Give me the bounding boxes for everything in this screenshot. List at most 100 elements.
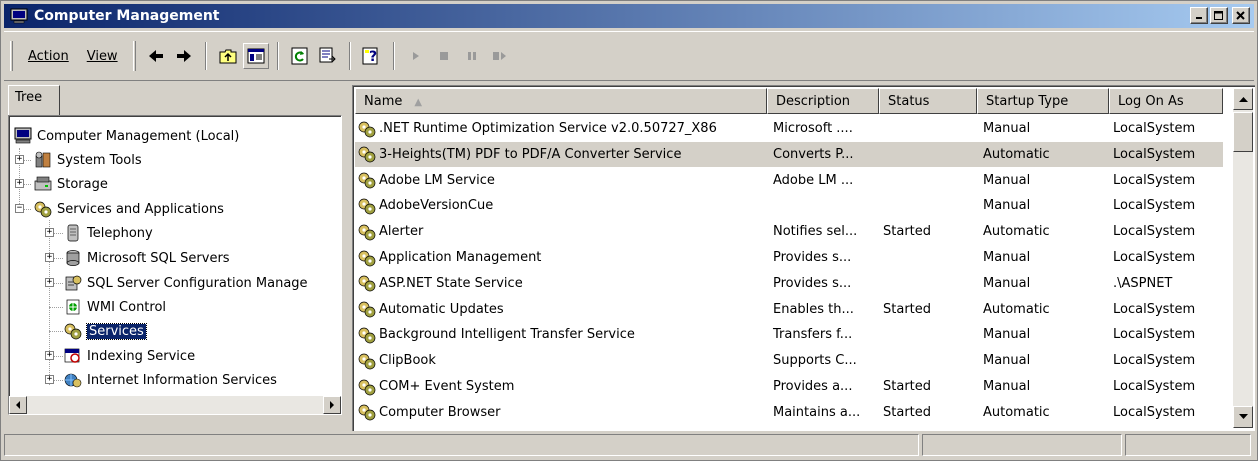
expand-toggle[interactable]: + bbox=[45, 278, 54, 287]
gears-icon bbox=[33, 200, 53, 218]
expand-toggle[interactable]: + bbox=[45, 351, 54, 360]
storage-icon bbox=[33, 175, 53, 193]
minimize-button[interactable] bbox=[1190, 7, 1208, 24]
status-panel-3 bbox=[1125, 434, 1251, 456]
tree-item-internet-information-services[interactable]: Internet Information Services bbox=[63, 368, 277, 392]
stop-service-button[interactable] bbox=[431, 43, 457, 69]
toolbar-grip[interactable] bbox=[10, 41, 13, 71]
close-button[interactable] bbox=[1232, 7, 1250, 24]
scroll-down-button[interactable] bbox=[1233, 406, 1253, 428]
cell-startup-type: Automatic bbox=[983, 301, 1050, 317]
expand-toggle[interactable]: + bbox=[15, 155, 24, 164]
svg-text:?: ? bbox=[369, 49, 377, 65]
show-hide-tree-button[interactable] bbox=[242, 43, 269, 69]
action-menu[interactable]: Action bbox=[19, 45, 78, 68]
scroll-track[interactable] bbox=[27, 396, 323, 414]
table-row[interactable]: Automatic Updates Enables th... Started Aut… bbox=[355, 297, 1223, 322]
column-header-label: Status bbox=[888, 94, 930, 109]
tree-item-services-and-applications[interactable]: Services and Applications bbox=[33, 197, 224, 221]
cell-name: Automatic Updates bbox=[355, 300, 765, 318]
tree-item-sql-server-configuration-manager[interactable]: SQL Server Configuration Manage bbox=[63, 271, 308, 295]
column-header-label: Log On As bbox=[1118, 94, 1184, 109]
expand-toggle[interactable]: + bbox=[45, 228, 54, 237]
minimize-icon bbox=[1195, 17, 1202, 19]
tree-item-indexing-service[interactable]: Indexing Service bbox=[63, 344, 195, 368]
service-gears-icon bbox=[357, 300, 377, 318]
cell-status: Started bbox=[883, 301, 932, 317]
column-header-startup-type[interactable]: Startup Type bbox=[977, 88, 1109, 114]
start-service-button[interactable] bbox=[403, 43, 429, 69]
cell-log-on-as: LocalSystem bbox=[1113, 404, 1196, 420]
restart-service-button[interactable] bbox=[487, 43, 513, 69]
close-icon bbox=[1236, 10, 1245, 20]
tree-view[interactable]: Computer Management (Local) + System Too… bbox=[8, 115, 342, 415]
tree-item-telephony[interactable]: Telephony bbox=[63, 221, 153, 245]
table-row[interactable]: .NET Runtime Optimization Service v2.0.5… bbox=[355, 116, 1223, 141]
window-title: Computer Management bbox=[34, 8, 220, 24]
view-menu-label: View bbox=[86, 48, 118, 64]
help-button[interactable]: ? bbox=[359, 43, 385, 69]
export-list-button[interactable] bbox=[315, 43, 341, 69]
view-menu[interactable]: View bbox=[78, 45, 127, 68]
cell-status: Started bbox=[883, 404, 932, 420]
expand-toggle[interactable]: + bbox=[45, 253, 54, 262]
service-gears-icon bbox=[357, 249, 377, 267]
tree-item-computer-management[interactable]: Computer Management (Local) bbox=[13, 124, 239, 148]
service-gears-icon bbox=[357, 120, 377, 138]
maximize-button[interactable] bbox=[1210, 7, 1228, 24]
scroll-left-button[interactable] bbox=[9, 396, 27, 414]
tree-item-services[interactable]: Services bbox=[63, 319, 147, 343]
back-button[interactable] bbox=[143, 43, 169, 69]
toolbar-grip-2[interactable] bbox=[132, 41, 136, 71]
collapse-toggle[interactable]: − bbox=[15, 204, 24, 213]
column-header-log-on-as[interactable]: Log On As bbox=[1109, 88, 1223, 114]
title-bar[interactable]: Computer Management bbox=[4, 4, 1254, 28]
cell-startup-type: Manual bbox=[983, 121, 1031, 136]
column-header-description[interactable]: Description bbox=[767, 88, 879, 114]
table-row[interactable]: 3-Heights(TM) PDF to PDF/A Converter Ser… bbox=[355, 141, 1223, 167]
cell-description: Provides s... bbox=[773, 250, 852, 265]
services-list[interactable]: Name ▲ Description Status Startup Type Lo… bbox=[352, 85, 1255, 431]
list-vertical-scrollbar[interactable] bbox=[1233, 88, 1253, 428]
service-gears-icon bbox=[357, 145, 377, 163]
tree-item-storage[interactable]: Storage bbox=[33, 172, 108, 196]
tree-item-wmi-control[interactable]: WMI Control bbox=[63, 295, 166, 319]
up-one-level-button[interactable] bbox=[215, 43, 241, 69]
table-row[interactable]: Alerter Notifies sel... Started Automatic Lo… bbox=[355, 219, 1223, 244]
table-row[interactable]: ASP.NET State Service Provides s... Manual… bbox=[355, 271, 1223, 296]
cell-startup-type: Manual bbox=[983, 353, 1031, 369]
column-header-status[interactable]: Status bbox=[879, 88, 977, 114]
tree-horizontal-scrollbar[interactable] bbox=[9, 396, 341, 414]
table-row[interactable]: AdobeVersionCue Manual LocalSystem bbox=[355, 193, 1223, 218]
toolbar-separator bbox=[276, 42, 279, 70]
maximize-icon bbox=[1214, 10, 1223, 20]
scroll-right-icon bbox=[330, 401, 334, 409]
refresh-button[interactable] bbox=[287, 43, 313, 69]
table-row[interactable]: Background Intelligent Transfer Service T… bbox=[355, 322, 1223, 347]
tree-item-microsoft-sql-servers[interactable]: Microsoft SQL Servers bbox=[63, 246, 230, 270]
service-name: AdobeVersionCue bbox=[379, 198, 494, 214]
table-row[interactable]: Computer Browser Maintains a... Started Aut… bbox=[355, 400, 1223, 425]
column-header-name[interactable]: Name ▲ bbox=[355, 88, 767, 114]
table-row[interactable]: ClipBook Supports C... Manual LocalSystem bbox=[355, 348, 1223, 373]
scroll-thumb[interactable] bbox=[1233, 112, 1253, 152]
forward-arrow-icon bbox=[176, 50, 191, 62]
tree-item-system-tools[interactable]: System Tools bbox=[33, 148, 142, 172]
table-row[interactable]: Application Management Provides s... Manua… bbox=[355, 245, 1223, 270]
tree-item-label: SQL Server Configuration Manage bbox=[87, 275, 308, 291]
toolbar: Action View ? bbox=[4, 31, 1254, 81]
cell-description: Enables th... bbox=[773, 301, 854, 317]
scroll-up-button[interactable] bbox=[1233, 88, 1253, 110]
pause-service-button[interactable] bbox=[459, 43, 485, 69]
play-icon bbox=[412, 52, 419, 60]
tab-tree[interactable]: Tree bbox=[8, 85, 60, 116]
table-row[interactable]: Adobe LM Service Adobe LM ... Manual LocalS… bbox=[355, 168, 1223, 193]
scroll-right-button[interactable] bbox=[323, 396, 341, 414]
cell-startup-type: Manual bbox=[983, 327, 1031, 343]
cell-name: 3-Heights(TM) PDF to PDF/A Converter Ser… bbox=[355, 145, 765, 163]
expand-toggle[interactable]: + bbox=[15, 179, 24, 188]
expand-toggle[interactable]: + bbox=[45, 375, 54, 384]
forward-button[interactable] bbox=[171, 43, 197, 69]
toolbar-separator bbox=[204, 42, 207, 70]
table-row[interactable]: COM+ Event System Provides a... Started Man… bbox=[355, 374, 1223, 399]
